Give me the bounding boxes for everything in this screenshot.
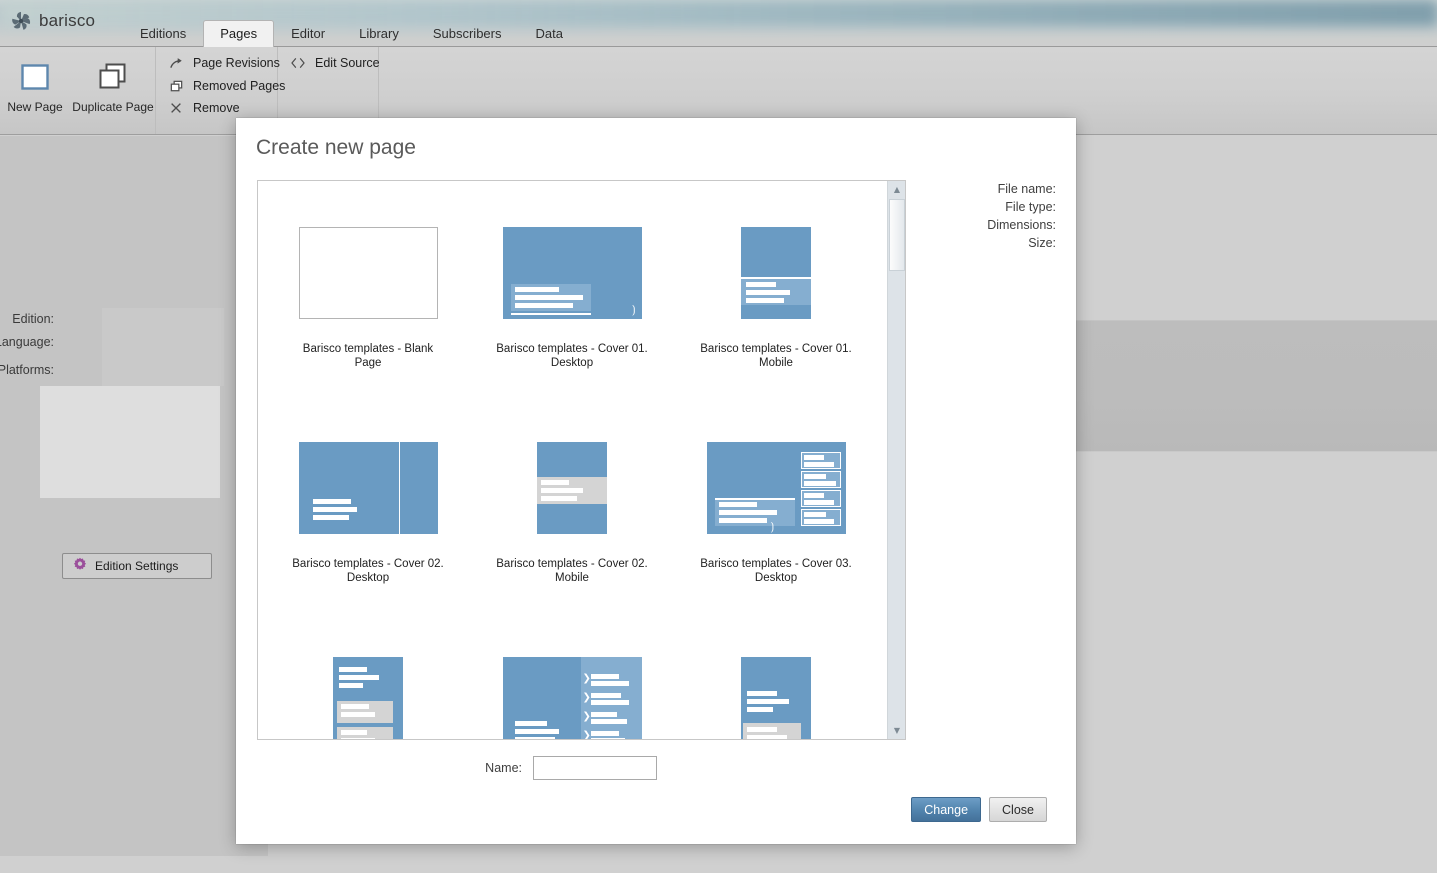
application-window: barisco Editions Pages Editor Library Su… [0, 0, 1437, 873]
remove-button[interactable]: Remove [168, 99, 240, 117]
removed-pages-label: Removed Pages [193, 79, 286, 93]
tab-subscribers[interactable]: Subscribers [416, 20, 519, 46]
new-page-label: New Page [7, 100, 63, 114]
ribbon-toolbar: New Page Duplicate Page Page Revisions R… [0, 47, 1437, 135]
arrow-curve-icon [168, 55, 184, 71]
page-revisions-button[interactable]: Page Revisions [168, 54, 280, 72]
remove-label: Remove [193, 101, 240, 115]
page-workspace [268, 136, 1437, 873]
ribbon-group-create: New Page Duplicate Page [0, 47, 156, 134]
language-field-label: Language: [0, 335, 54, 349]
rectangle-outline-icon [0, 55, 70, 99]
edit-source-label: Edit Source [315, 56, 380, 70]
code-brackets-icon [290, 55, 306, 71]
brand-name: barisco [39, 11, 96, 30]
edition-settings-label: Edition Settings [95, 559, 179, 573]
edit-source-button[interactable]: Edit Source [290, 54, 380, 72]
tab-library[interactable]: Library [342, 20, 416, 46]
ribbon-group-manage: Page Revisions Removed Pages Remove [156, 47, 285, 134]
tab-editions[interactable]: Editions [123, 20, 203, 46]
edition-side-panel: Edition: Language: Platforms: Edition Se… [0, 136, 268, 856]
tab-data[interactable]: Data [518, 20, 579, 46]
close-x-icon [168, 100, 184, 116]
main-tab-bar: Editions Pages Editor Library Subscriber… [123, 20, 580, 47]
new-page-button[interactable]: New Page [0, 55, 70, 114]
duplicate-page-label: Duplicate Page [72, 100, 154, 114]
tab-editor[interactable]: Editor [274, 20, 342, 46]
brand: barisco [10, 10, 95, 32]
workspace-band [268, 320, 1437, 452]
ribbon-group-source: Edit Source [278, 47, 380, 134]
platforms-field-label: Platforms: [0, 363, 54, 377]
copy-pages-icon [70, 55, 156, 99]
gear-icon [73, 557, 87, 576]
page-revisions-label: Page Revisions [193, 56, 280, 70]
pinwheel-logo-icon [12, 11, 31, 30]
copy-pages-icon [168, 78, 184, 94]
edition-fields-box [102, 308, 224, 386]
removed-pages-button[interactable]: Removed Pages [168, 77, 285, 95]
edition-field-label: Edition: [12, 312, 54, 326]
duplicate-page-button[interactable]: Duplicate Page [70, 55, 156, 114]
platforms-list-box[interactable] [40, 386, 220, 498]
edition-settings-button[interactable]: Edition Settings [62, 553, 212, 579]
title-bar: barisco Editions Pages Editor Library Su… [0, 0, 1437, 47]
tab-pages[interactable]: Pages [203, 20, 275, 47]
